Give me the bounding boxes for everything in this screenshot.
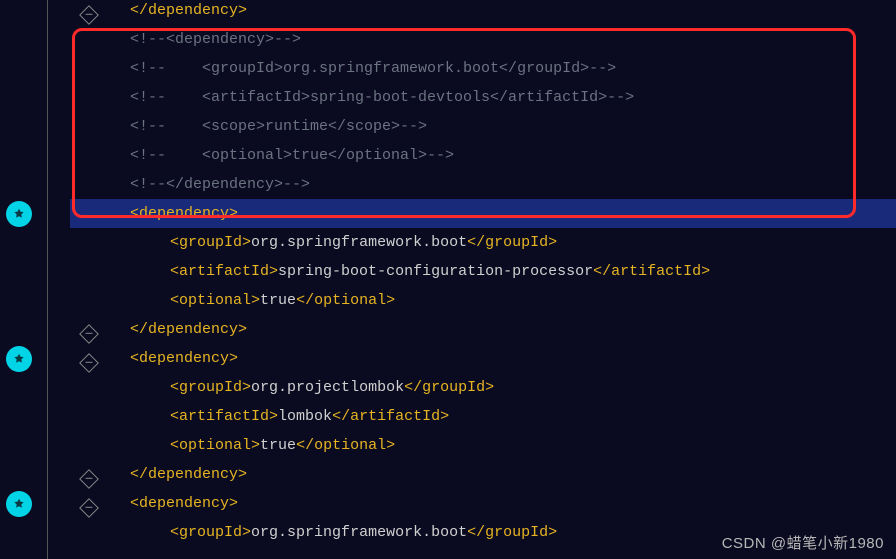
code-line[interactable]: <dependency>: [70, 489, 896, 518]
breakpoint-icon[interactable]: [6, 346, 32, 372]
code-line[interactable]: </dependency>: [70, 0, 896, 25]
breakpoint-icon[interactable]: [6, 201, 32, 227]
code-line[interactable]: <groupId>org.springframework.boot</group…: [70, 518, 896, 547]
code-line[interactable]: <artifactId>spring-boot-configuration-pr…: [70, 257, 896, 286]
code-line[interactable]: <!--</dependency>-->: [70, 170, 896, 199]
code-line[interactable]: <!-- <scope>runtime</scope>-->: [70, 112, 896, 141]
code-line[interactable]: <dependency>: [70, 199, 896, 228]
code-line[interactable]: <groupId>org.projectlombok</groupId>: [70, 373, 896, 402]
breakpoint-icon[interactable]: [6, 491, 32, 517]
code-line[interactable]: <optional>true</optional>: [70, 286, 896, 315]
code-line[interactable]: <groupId>org.springframework.boot</group…: [70, 228, 896, 257]
code-area[interactable]: </dependency><!--<dependency>--><!-- <gr…: [70, 0, 896, 547]
code-line[interactable]: <!--<dependency>-->: [70, 25, 896, 54]
code-line[interactable]: <optional>true</optional>: [70, 431, 896, 460]
code-line[interactable]: </dependency>: [70, 315, 896, 344]
code-line[interactable]: <!-- <artifactId>spring-boot-devtools</a…: [70, 83, 896, 112]
code-line[interactable]: <artifactId>lombok</artifactId>: [70, 402, 896, 431]
code-line[interactable]: <!-- <groupId>org.springframework.boot</…: [70, 54, 896, 83]
code-editor[interactable]: </dependency><!--<dependency>--><!-- <gr…: [0, 0, 896, 559]
code-line[interactable]: <!-- <optional>true</optional>-->: [70, 141, 896, 170]
code-line[interactable]: </dependency>: [70, 460, 896, 489]
code-line[interactable]: <dependency>: [70, 344, 896, 373]
gutter[interactable]: [0, 0, 70, 559]
